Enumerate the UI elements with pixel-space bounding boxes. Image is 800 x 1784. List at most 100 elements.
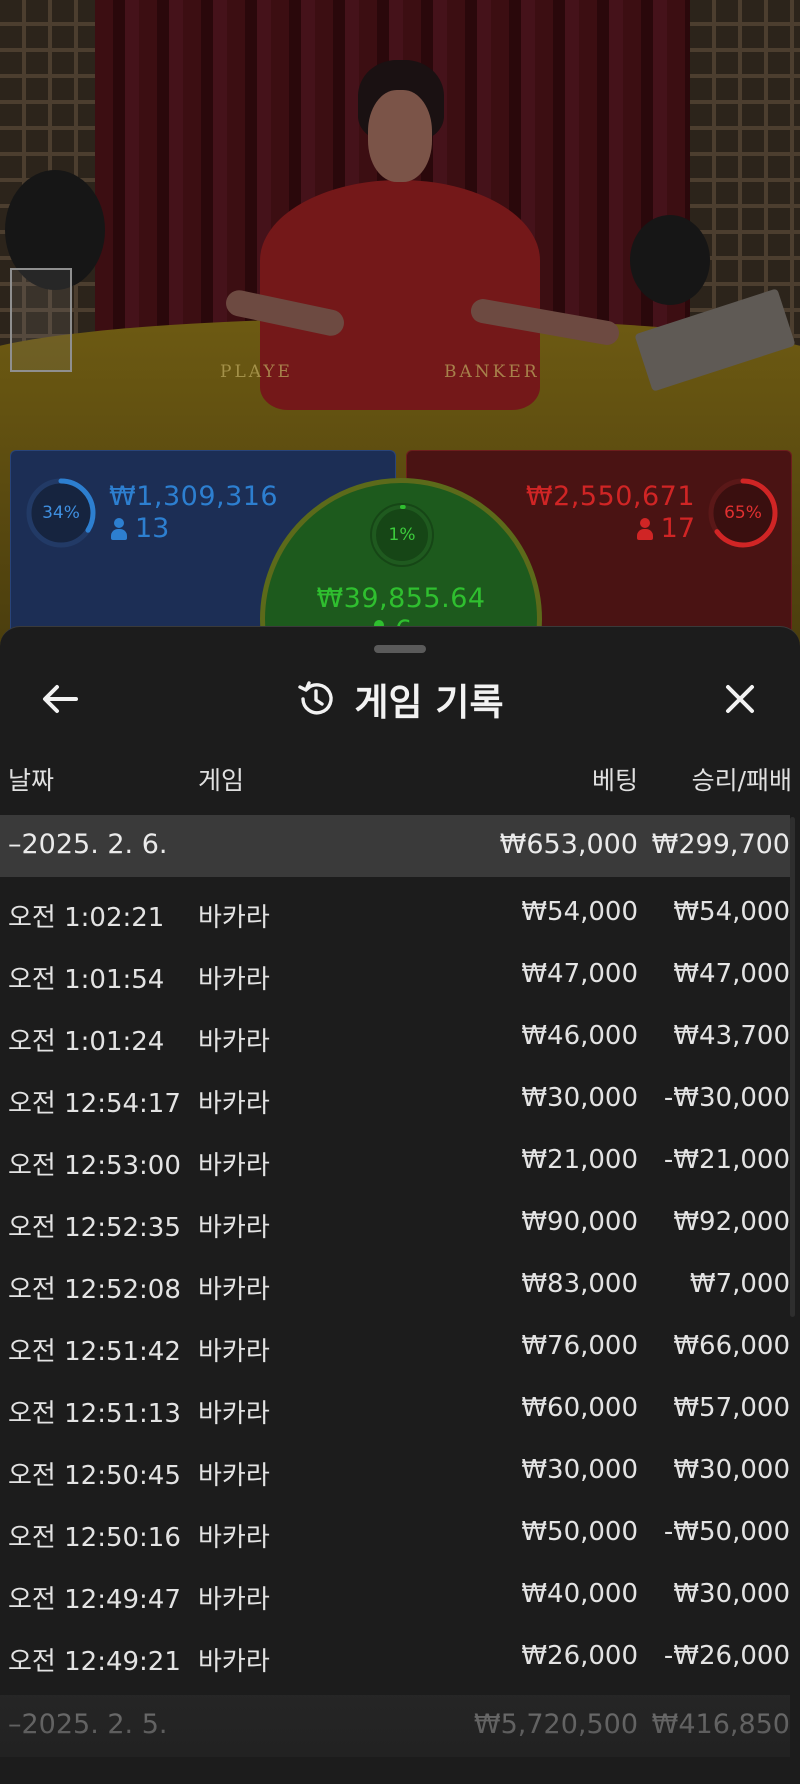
tie-percent-ring: 1% <box>370 503 434 567</box>
banker-bettor-count: 17 <box>636 513 695 544</box>
group-win-total: ₩416,850 <box>651 1709 790 1740</box>
row-time: 오전 12:50:16 <box>8 1523 181 1553</box>
row-time: 오전 12:49:47 <box>8 1585 181 1615</box>
column-header-game: 게임 <box>198 766 245 795</box>
sheet-title: 게임 기록 <box>0 671 800 727</box>
group-bet-total: ₩653,000 <box>499 829 638 860</box>
player-percent-ring: 34% <box>25 477 97 549</box>
close-icon <box>726 685 754 713</box>
game-history-sheet: 게임 기록 날짜 게임 베팅 승리/패배 –2025. 2. 6. ₩653,0… <box>0 626 800 1784</box>
row-time: 오전 12:51:13 <box>8 1399 181 1429</box>
group-date: –2025. 2. 5. <box>8 1709 168 1740</box>
user-icon <box>636 517 653 540</box>
row-win-loss: ₩47,000 <box>673 959 790 989</box>
row-win-loss: ₩30,000 <box>673 1455 790 1485</box>
row-win-loss: ₩57,000 <box>673 1393 790 1423</box>
table-row[interactable]: 오전 1:01:24 바카라 ₩46,000 ₩43,700 <box>0 1007 790 1069</box>
group-win-total: ₩299,700 <box>651 829 790 860</box>
row-game: 바카라 <box>198 1275 270 1305</box>
column-header-bet: 베팅 <box>591 766 638 795</box>
player-bettor-count: 13 <box>111 513 169 544</box>
row-time: 오전 12:54:17 <box>8 1089 181 1119</box>
row-time: 오전 12:51:42 <box>8 1337 181 1367</box>
scrollbar[interactable] <box>790 817 795 1317</box>
row-game: 바카라 <box>198 1151 270 1181</box>
table-row[interactable]: 오전 12:51:13 바카라 ₩60,000 ₩57,000 <box>0 1379 790 1441</box>
row-bet: ₩40,000 <box>521 1579 638 1609</box>
row-game: 바카라 <box>198 965 270 995</box>
group-date: –2025. 2. 6. <box>8 829 168 860</box>
table-label-player: PLAYE <box>220 362 293 382</box>
banker-percent: 65% <box>724 503 762 523</box>
close-button[interactable] <box>716 675 764 723</box>
row-win-loss: ₩54,000 <box>673 897 790 927</box>
table-row[interactable]: 오전 1:02:21 바카라 ₩54,000 ₩54,000 <box>0 883 790 945</box>
row-game: 바카라 <box>198 1213 270 1243</box>
player-total-bet: ₩1,309,316 <box>109 481 279 512</box>
row-bet: ₩50,000 <box>521 1517 638 1547</box>
row-bet: ₩60,000 <box>521 1393 638 1423</box>
row-bet: ₩90,000 <box>521 1207 638 1237</box>
column-header-win-loss: 승리/패배 <box>691 766 792 795</box>
date-group-header[interactable]: –2025. 2. 5. ₩5,720,500 ₩416,850 <box>0 1695 790 1757</box>
row-game: 바카라 <box>198 903 270 933</box>
row-time: 오전 12:53:00 <box>8 1151 181 1181</box>
table-row[interactable]: 오전 12:49:21 바카라 ₩26,000 -₩26,000 <box>0 1627 790 1689</box>
row-win-loss: ₩7,000 <box>689 1269 790 1299</box>
row-bet: ₩26,000 <box>521 1641 638 1671</box>
banker-percent-ring: 65% <box>707 477 779 549</box>
row-win-loss: -₩30,000 <box>663 1083 790 1113</box>
table-row[interactable]: 오전 12:53:00 바카라 ₩21,000 -₩21,000 <box>0 1131 790 1193</box>
row-win-loss: ₩92,000 <box>673 1207 790 1237</box>
row-win-loss: -₩21,000 <box>663 1145 790 1175</box>
row-bet: ₩83,000 <box>521 1269 638 1299</box>
table-row[interactable]: 오전 12:49:47 바카라 ₩40,000 ₩30,000 <box>0 1565 790 1627</box>
row-win-loss: -₩26,000 <box>663 1641 790 1671</box>
history-title-text: 게임 기록 <box>354 681 504 724</box>
table-row[interactable]: 오전 12:52:08 바카라 ₩83,000 ₩7,000 <box>0 1255 790 1317</box>
banker-bettor-number: 17 <box>660 513 695 544</box>
table-label-banker: BANKER <box>444 362 540 382</box>
column-header-date: 날짜 <box>8 766 55 795</box>
table-row[interactable]: 오전 12:50:16 바카라 ₩50,000 -₩50,000 <box>0 1503 790 1565</box>
row-time: 오전 12:52:08 <box>8 1275 181 1305</box>
row-win-loss: -₩50,000 <box>663 1517 790 1547</box>
table-row[interactable]: 오전 12:54:17 바카라 ₩30,000 -₩30,000 <box>0 1069 790 1131</box>
row-time: 오전 1:02:21 <box>8 903 165 933</box>
dealer <box>223 60 621 410</box>
table-row[interactable]: 오전 12:50:45 바카라 ₩30,000 ₩30,000 <box>0 1441 790 1503</box>
row-game: 바카라 <box>198 1337 270 1367</box>
row-time: 오전 1:01:54 <box>8 965 165 995</box>
row-bet: ₩30,000 <box>521 1455 638 1485</box>
row-game: 바카라 <box>198 1523 270 1553</box>
row-time: 오전 12:52:35 <box>8 1213 181 1243</box>
row-bet: ₩47,000 <box>521 959 638 989</box>
player-percent: 34% <box>42 503 80 523</box>
row-win-loss: ₩66,000 <box>673 1331 790 1361</box>
row-game: 바카라 <box>198 1027 270 1057</box>
table-row[interactable]: 오전 12:52:35 바카라 ₩90,000 ₩92,000 <box>0 1193 790 1255</box>
plant-right <box>630 215 710 305</box>
row-bet: ₩46,000 <box>521 1021 638 1051</box>
row-win-loss: ₩30,000 <box>673 1579 790 1609</box>
banker-total-bet: ₩2,550,671 <box>525 481 695 512</box>
date-group-header[interactable]: –2025. 2. 6. ₩653,000 ₩299,700 <box>0 815 790 877</box>
history-clock-icon <box>298 681 334 715</box>
row-game: 바카라 <box>198 1647 270 1677</box>
row-bet: ₩21,000 <box>521 1145 638 1175</box>
table-row[interactable]: 오전 12:51:42 바카라 ₩76,000 ₩66,000 <box>0 1317 790 1379</box>
player-bettor-number: 13 <box>135 513 170 544</box>
discard-box <box>10 268 72 372</box>
row-game: 바카라 <box>198 1399 270 1429</box>
row-bet: ₩54,000 <box>521 897 638 927</box>
row-time: 오전 1:01:24 <box>8 1027 165 1057</box>
sheet-drag-handle[interactable] <box>374 645 426 653</box>
row-bet: ₩76,000 <box>521 1331 638 1361</box>
tie-total-bet: ₩39,855.64 <box>316 583 486 614</box>
tie-percent: 1% <box>388 525 416 545</box>
row-bet: ₩30,000 <box>521 1083 638 1113</box>
table-row[interactable]: 오전 1:01:54 바카라 ₩47,000 ₩47,000 <box>0 945 790 1007</box>
row-time: 오전 12:49:21 <box>8 1647 181 1677</box>
user-icon <box>111 517 127 540</box>
row-game: 바카라 <box>198 1461 270 1491</box>
